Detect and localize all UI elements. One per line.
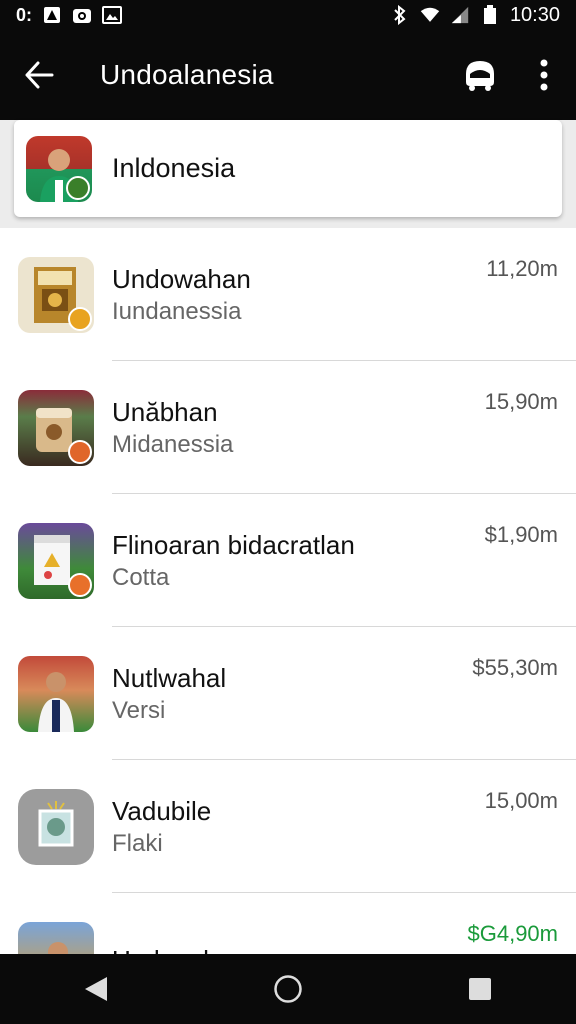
- list-item[interactable]: Undowahan Iundanessia 11,20m: [0, 228, 576, 361]
- list-item[interactable]: Undonahas $G4,90m: [0, 893, 576, 954]
- list-item[interactable]: Unăbhan Midanessia 15,90m: [0, 361, 576, 494]
- item-title: Vadubile: [112, 795, 212, 826]
- more-vert-icon: [540, 59, 548, 91]
- arrow-back-icon: [25, 61, 54, 89]
- bluetooth-icon: [390, 5, 410, 25]
- item-title: Flinoaran bidacratlan: [112, 529, 355, 560]
- app-bar: Undoalanesia: [0, 30, 576, 120]
- battery-icon: [480, 5, 500, 24]
- cart-button[interactable]: [448, 43, 512, 107]
- header-card[interactable]: Inldonesia: [14, 120, 562, 217]
- person-icon: [18, 655, 94, 732]
- more-options-button[interactable]: [512, 43, 576, 107]
- list-item[interactable]: Vadubile Flaki 15,00m: [0, 760, 576, 893]
- frame-icon: [18, 788, 94, 865]
- book-icon: [18, 256, 94, 333]
- person-icon: [18, 921, 94, 954]
- product-box-icon: [18, 522, 94, 599]
- item-price: 15,00m: [484, 788, 558, 813]
- item-price: 15,90m: [484, 389, 558, 414]
- item-subtitle: Cotta: [112, 563, 170, 591]
- item-subtitle: Versi: [112, 696, 166, 724]
- item-title: Nutlwahal: [112, 662, 227, 693]
- home-circle-icon: [274, 975, 302, 1003]
- cart-icon: [466, 61, 494, 91]
- item-title: Undowahan: [112, 263, 251, 294]
- nav-back-button[interactable]: [56, 954, 136, 1024]
- coffee-icon: [18, 389, 94, 466]
- item-price: 11,20m: [486, 256, 558, 281]
- header-section: Inldonesia: [0, 120, 576, 228]
- nav-recents-button[interactable]: [440, 954, 520, 1024]
- wifi-icon: [420, 6, 440, 24]
- back-triangle-icon: [85, 977, 107, 1001]
- item-title: Unăbhan: [112, 396, 218, 427]
- recents-square-icon: [469, 978, 491, 1000]
- nav-home-button[interactable]: [248, 954, 328, 1024]
- camera-icon: [72, 6, 92, 24]
- signal-icon: [450, 6, 470, 24]
- status-time-fragment: 0:: [16, 4, 33, 25]
- item-subtitle: Iundanessia: [112, 297, 242, 325]
- item-price: $G4,90m: [467, 921, 559, 946]
- header-title: Inldonesia: [112, 153, 236, 183]
- list-item[interactable]: Flinoaran bidacratlan Cotta $1,90m: [0, 494, 576, 627]
- back-button[interactable]: [0, 30, 78, 120]
- person-icon: [26, 135, 92, 202]
- app-title: Undoalanesia: [100, 59, 274, 90]
- status-bar: 0: 10:30: [0, 0, 576, 30]
- gallery-icon: [102, 6, 123, 24]
- item-subtitle: Flaki: [112, 829, 163, 857]
- list-item[interactable]: Nutlwahal Versi $55,30m: [0, 627, 576, 760]
- item-title: Undonahas: [112, 943, 245, 955]
- item-list: Undowahan Iundanessia 11,20m Unăbhan Mid…: [0, 228, 576, 954]
- item-price: $1,90m: [484, 522, 558, 547]
- alert-icon: [42, 6, 62, 24]
- status-clock: 10:30: [509, 3, 560, 26]
- item-price: $55,30m: [472, 655, 558, 680]
- item-subtitle: Midanessia: [112, 430, 234, 458]
- system-nav-bar: [0, 954, 576, 1024]
